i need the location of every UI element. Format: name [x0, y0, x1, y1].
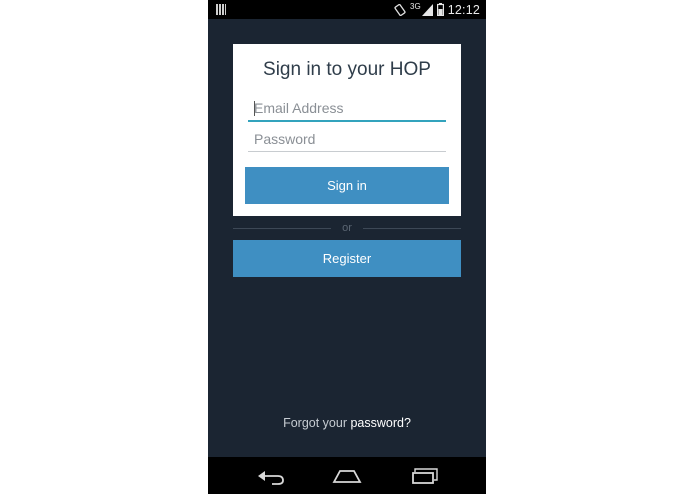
forgot-prefix: Forgot your [283, 416, 351, 430]
or-divider: or [233, 222, 461, 236]
login-title: Sign in to your HOP [263, 59, 431, 80]
rotation-icon [394, 3, 406, 16]
phone-screen: 3G 12:12 Sign in to your HOP Sign in or [208, 0, 486, 494]
home-button[interactable] [329, 463, 365, 489]
network-type: 3G [410, 2, 421, 11]
notification-icon [216, 4, 226, 15]
back-button[interactable] [253, 463, 289, 489]
password-field[interactable] [248, 129, 452, 149]
recent-apps-button[interactable] [407, 463, 443, 489]
register-button[interactable]: Register [233, 240, 461, 277]
signal-icon [421, 3, 433, 16]
battery-icon [436, 3, 444, 16]
recent-apps-icon [412, 468, 438, 484]
password-field-wrapper [248, 129, 452, 152]
sign-in-button[interactable]: Sign in [245, 167, 449, 204]
back-icon [258, 471, 284, 485]
divider-line-right [363, 228, 461, 229]
forgot-password-link[interactable]: password? [350, 416, 410, 430]
forgot-password: Forgot your password? [208, 416, 486, 430]
login-card: Sign in to your HOP Sign in [233, 44, 461, 216]
home-icon [332, 470, 362, 483]
status-bar: 3G 12:12 [208, 0, 486, 19]
email-field-wrapper [248, 98, 452, 122]
text-cursor [254, 101, 255, 116]
navigation-bar [208, 457, 486, 494]
email-field[interactable] [248, 98, 452, 118]
clock: 12:12 [447, 2, 480, 17]
